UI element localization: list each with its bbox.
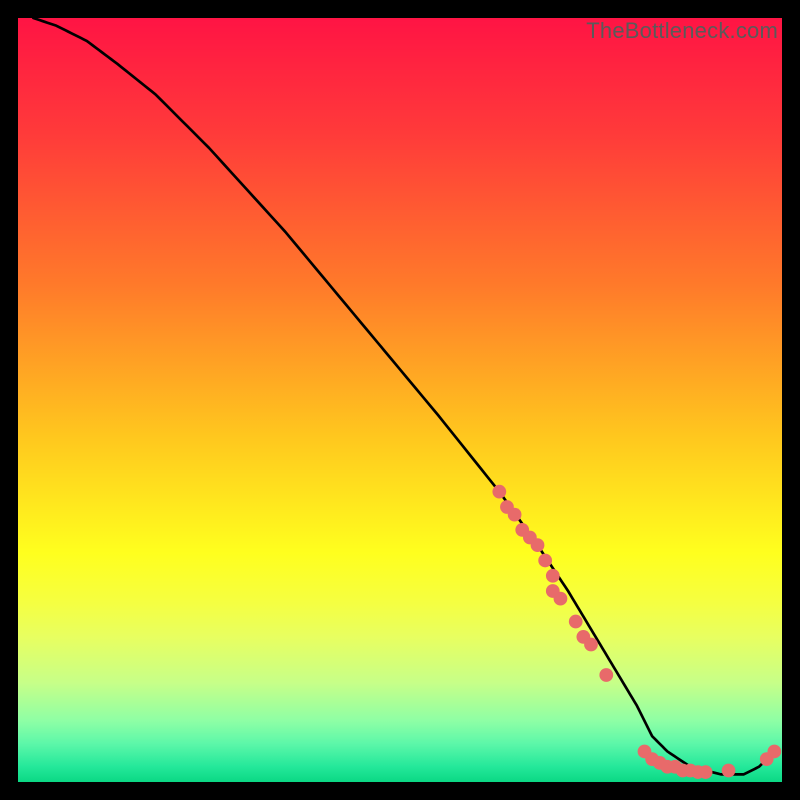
marker-point [599, 668, 613, 682]
marker-point [569, 615, 583, 629]
marker-point [531, 538, 545, 552]
plot-area: TheBottleneck.com [18, 18, 782, 782]
watermark-text: TheBottleneck.com [586, 18, 778, 44]
marker-point [584, 638, 598, 652]
marker-point [546, 569, 560, 583]
highlight-markers [492, 485, 781, 779]
marker-point [767, 745, 781, 759]
chart-stage: TheBottleneck.com [0, 0, 800, 800]
marker-point [554, 592, 568, 606]
chart-svg [18, 18, 782, 782]
marker-point [508, 508, 522, 522]
marker-point [492, 485, 506, 499]
marker-point [538, 554, 552, 568]
marker-point [699, 765, 713, 779]
bottleneck-curve [33, 18, 774, 774]
marker-point [722, 764, 736, 778]
